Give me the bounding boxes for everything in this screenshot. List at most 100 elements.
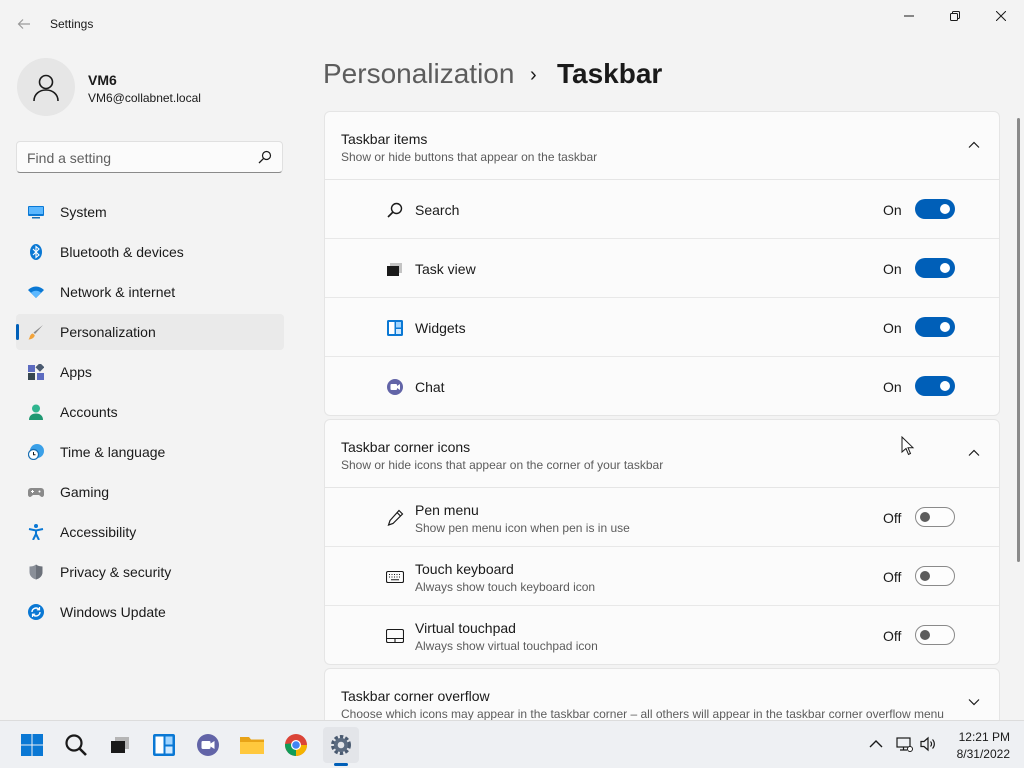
- touchpad-icon: [386, 628, 404, 644]
- setting-description: Show pen menu icon when pen is in use: [415, 521, 630, 535]
- card-title: Taskbar corner icons: [341, 439, 471, 455]
- network-icon[interactable]: [895, 735, 913, 753]
- keyboard-icon: [386, 570, 404, 584]
- toggle-state: Off: [883, 569, 902, 585]
- widgets-toggle[interactable]: [915, 317, 955, 337]
- close-button[interactable]: [978, 0, 1024, 32]
- toggle-state: Off: [883, 510, 902, 526]
- paintbrush-icon: [28, 325, 43, 340]
- sidebar-item-label: System: [60, 204, 107, 220]
- avatar[interactable]: [17, 58, 75, 116]
- pen-menu-toggle[interactable]: [915, 507, 955, 527]
- setting-row-virtual-touchpad: Virtual touchpad Always show virtual tou…: [325, 606, 999, 664]
- taskbar-search-button[interactable]: [58, 727, 94, 763]
- card-subtitle: Show or hide icons that appear on the co…: [341, 458, 664, 472]
- corner-overflow-card[interactable]: Taskbar corner overflow Choose which ico…: [324, 668, 1000, 728]
- chevron-up-icon[interactable]: [967, 446, 981, 460]
- taskbar-items-header[interactable]: Taskbar items Show or hide buttons that …: [325, 112, 999, 180]
- search-box[interactable]: [16, 141, 283, 173]
- corner-icons-header[interactable]: Taskbar corner icons Show or hide icons …: [325, 420, 999, 488]
- search-input[interactable]: [27, 148, 247, 168]
- volume-icon[interactable]: [919, 735, 937, 753]
- sidebar-item-gaming[interactable]: Gaming: [16, 474, 284, 510]
- setting-row-pen-menu: Pen menu Show pen menu icon when pen is …: [325, 488, 999, 547]
- sidebar-item-accounts[interactable]: Accounts: [16, 394, 284, 430]
- search-icon[interactable]: [258, 150, 272, 164]
- mouse-cursor-icon: [901, 436, 915, 456]
- taskbar-clock-date[interactable]: 8/31/2022: [940, 747, 1010, 761]
- taskbar-items-card: Taskbar items Show or hide buttons that …: [324, 111, 1000, 416]
- task-view-toggle[interactable]: [915, 258, 955, 278]
- taskbar-settings-button[interactable]: [323, 727, 359, 763]
- chevron-up-icon[interactable]: [967, 138, 981, 152]
- sidebar-item-label: Time & language: [60, 444, 166, 460]
- sidebar-item-label: Personalization: [60, 324, 156, 340]
- sidebar-item-personalization[interactable]: Personalization: [16, 314, 284, 350]
- sidebar-item-network[interactable]: Network & internet: [16, 274, 284, 310]
- sidebar-item-bluetooth[interactable]: Bluetooth & devices: [16, 234, 284, 270]
- widgets-icon: [387, 320, 403, 336]
- sidebar-item-label: Privacy & security: [60, 564, 172, 580]
- sidebar-item-privacy-security[interactable]: Privacy & security: [16, 554, 284, 590]
- start-icon: [21, 734, 43, 756]
- clock-globe-icon: [28, 444, 44, 460]
- sidebar-item-system[interactable]: System: [16, 194, 284, 230]
- user-name: VM6: [88, 72, 117, 88]
- active-app-indicator: [334, 763, 348, 766]
- app-title: Settings: [50, 17, 94, 31]
- start-button[interactable]: [14, 727, 50, 763]
- taskbar-task-view-button[interactable]: [102, 727, 138, 763]
- taskbar-clock-time[interactable]: 12:21 PM: [940, 730, 1010, 744]
- update-icon: [28, 604, 44, 620]
- chevron-up-icon[interactable]: [867, 735, 885, 753]
- back-arrow-icon: [17, 19, 30, 29]
- sidebar-item-label: Gaming: [60, 484, 110, 500]
- setting-label: Task view: [415, 261, 476, 277]
- toggle-state: On: [883, 320, 902, 336]
- taskbar-chrome-button[interactable]: [278, 727, 314, 763]
- accessibility-icon: [28, 524, 44, 540]
- maximize-button[interactable]: [932, 0, 978, 32]
- card-title: Taskbar items: [341, 131, 428, 147]
- taskbar-chat-button[interactable]: [190, 727, 226, 763]
- breadcrumb-parent[interactable]: Personalization: [323, 58, 514, 90]
- pen-icon: [387, 509, 404, 526]
- sidebar-item-accessibility[interactable]: Accessibility: [16, 514, 284, 550]
- taskbar-widgets-button[interactable]: [146, 727, 182, 763]
- minimize-button[interactable]: [886, 0, 932, 32]
- sidebar-item-time-language[interactable]: Time & language: [16, 434, 284, 470]
- setting-row-search: Search On: [325, 180, 999, 239]
- sidebar-item-apps[interactable]: Apps: [16, 354, 284, 390]
- teams-chat-icon: [197, 734, 219, 756]
- title-bar: Settings: [0, 0, 1024, 48]
- minimize-icon: [904, 15, 914, 17]
- page-title: Taskbar: [557, 58, 663, 89]
- sidebar-item-label: Network & internet: [60, 284, 176, 300]
- apps-icon: [28, 364, 44, 380]
- scrollbar-thumb[interactable]: [1017, 118, 1020, 562]
- toggle-state: On: [883, 261, 902, 277]
- setting-row-touch-keyboard: Touch keyboard Always show touch keyboar…: [325, 547, 999, 606]
- search-toggle[interactable]: [915, 199, 955, 219]
- card-subtitle: Show or hide buttons that appear on the …: [341, 150, 598, 164]
- sidebar-item-label: Apps: [60, 364, 92, 380]
- setting-row-widgets: Widgets On: [325, 298, 999, 357]
- setting-description: Always show touch keyboard icon: [415, 580, 596, 594]
- chevron-down-icon[interactable]: [967, 695, 981, 709]
- touch-keyboard-toggle[interactable]: [915, 566, 955, 586]
- sidebar-item-windows-update[interactable]: Windows Update: [16, 594, 284, 630]
- virtual-touchpad-toggle[interactable]: [915, 625, 955, 645]
- sidebar-nav: System Bluetooth & devices Network & int…: [16, 194, 284, 634]
- restore-icon: [950, 11, 960, 21]
- setting-row-chat: Chat On: [325, 357, 999, 415]
- toggle-state: On: [883, 202, 902, 218]
- wifi-icon: [28, 286, 44, 298]
- back-button[interactable]: [12, 12, 36, 36]
- sidebar-item-label: Bluetooth & devices: [60, 244, 184, 260]
- breadcrumb-separator: ›: [530, 64, 537, 86]
- setting-label: Touch keyboard: [415, 561, 514, 577]
- taskbar-file-explorer-button[interactable]: [234, 727, 270, 763]
- bluetooth-icon: [30, 244, 42, 260]
- task-view-icon: [387, 263, 402, 276]
- chat-toggle[interactable]: [915, 376, 955, 396]
